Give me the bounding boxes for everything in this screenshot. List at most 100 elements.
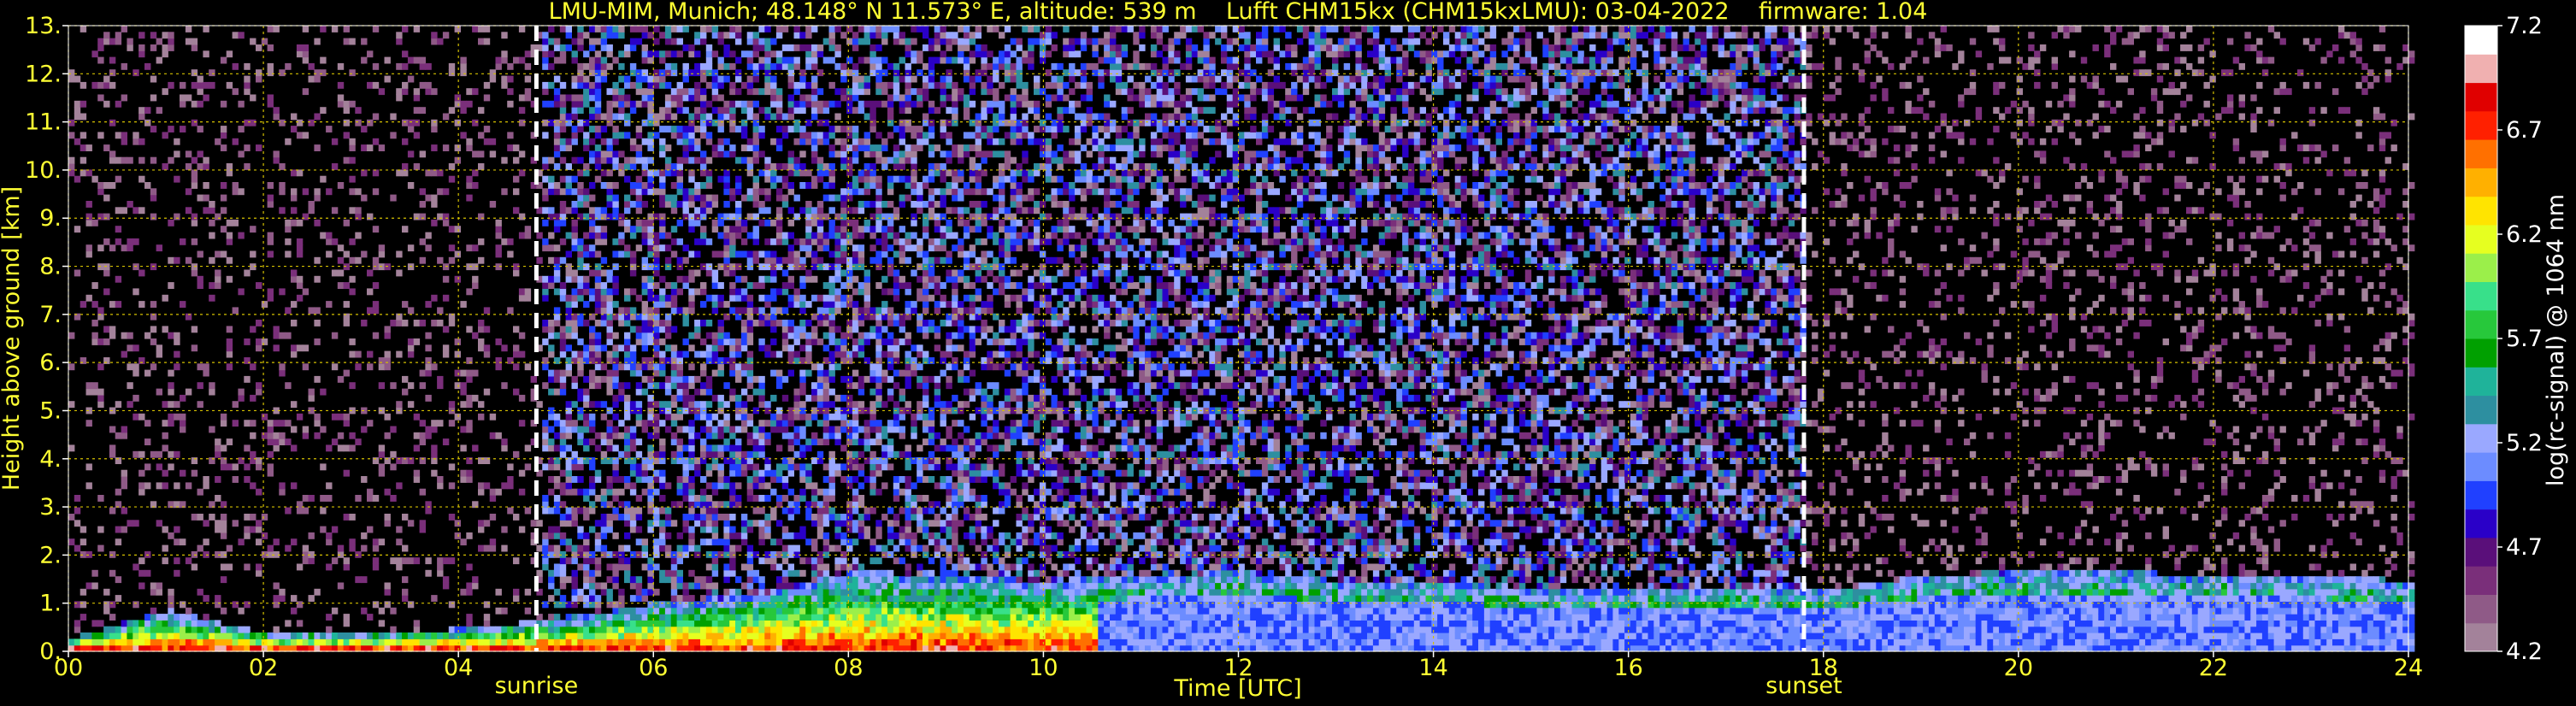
heat-cell xyxy=(653,632,660,639)
heat-cell xyxy=(472,169,479,177)
heat-cell xyxy=(600,413,608,421)
heat-cell xyxy=(799,132,806,139)
heat-cell xyxy=(846,507,853,515)
heat-cell xyxy=(431,219,438,227)
heat-cell xyxy=(629,582,637,590)
heat-cell xyxy=(659,544,666,552)
heat-cell xyxy=(717,626,724,633)
heat-cell xyxy=(834,338,841,345)
heat-cell xyxy=(238,100,245,108)
heat-cell xyxy=(822,244,830,252)
heat-cell xyxy=(185,150,192,158)
heat-cell xyxy=(197,620,203,627)
heat-cell xyxy=(524,363,532,371)
heat-cell xyxy=(746,88,754,96)
heat-cell xyxy=(746,588,754,596)
heat-cell xyxy=(764,595,771,602)
heat-cell xyxy=(629,632,637,639)
heat-cell xyxy=(518,332,526,339)
heat-cell xyxy=(594,250,602,258)
heat-cell xyxy=(583,614,590,621)
heat-cell xyxy=(635,201,643,208)
heat-cell xyxy=(664,263,672,271)
heat-cell xyxy=(302,132,309,139)
heat-cell xyxy=(425,244,432,252)
heat-cell xyxy=(168,626,174,633)
heat-cell xyxy=(740,426,748,433)
heat-cell xyxy=(729,238,736,245)
heat-cell xyxy=(846,182,853,189)
heat-cell xyxy=(402,544,409,552)
heat-cell xyxy=(565,250,572,258)
heat-cell xyxy=(600,626,608,633)
heat-cell xyxy=(150,301,157,308)
heat-cell xyxy=(852,526,859,533)
heat-cell xyxy=(746,263,754,271)
heat-cell xyxy=(361,607,368,615)
heat-cell xyxy=(407,263,415,271)
heat-cell xyxy=(676,601,683,609)
heat-cell xyxy=(700,207,707,215)
heat-cell xyxy=(337,269,345,277)
heat-cell xyxy=(641,638,648,646)
heat-cell xyxy=(682,188,689,196)
heat-cell xyxy=(682,544,689,552)
heat-cell xyxy=(858,638,865,646)
heat-cell xyxy=(688,156,695,164)
heat-cell xyxy=(594,94,602,102)
heat-cell xyxy=(454,144,461,151)
heat-cell xyxy=(805,438,812,445)
heat-cell xyxy=(226,232,233,239)
heat-cell xyxy=(700,288,707,296)
heat-cell xyxy=(664,81,672,89)
heat-cell xyxy=(326,188,333,196)
heat-cell xyxy=(279,119,286,126)
heat-cell xyxy=(624,544,631,552)
heat-cell xyxy=(822,388,830,396)
heat-cell xyxy=(664,482,672,490)
heat-cell xyxy=(670,344,678,352)
heat-cell xyxy=(267,632,274,639)
heat-cell xyxy=(688,288,695,296)
heat-cell xyxy=(676,438,683,445)
heat-cell xyxy=(682,514,689,521)
heat-cell xyxy=(144,632,151,639)
heat-cell xyxy=(197,544,203,552)
heat-cell xyxy=(589,601,596,609)
heat-cell xyxy=(700,450,707,458)
heat-cell xyxy=(553,476,561,483)
heat-cell xyxy=(735,638,742,646)
heat-cell xyxy=(694,401,701,409)
heat-cell xyxy=(565,188,572,196)
heat-cell xyxy=(858,244,865,252)
heat-cell xyxy=(735,544,742,552)
heat-cell xyxy=(273,150,280,158)
heat-cell xyxy=(413,88,421,96)
heat-cell xyxy=(805,238,812,245)
heat-cell xyxy=(618,88,625,96)
heat-cell xyxy=(852,150,859,158)
heat-cell xyxy=(852,420,859,427)
heat-cell xyxy=(197,126,203,132)
heat-cell xyxy=(185,388,192,396)
heat-cell xyxy=(840,576,847,584)
heat-cell xyxy=(822,375,830,383)
heat-cell xyxy=(331,269,339,277)
heat-cell xyxy=(384,263,391,271)
heat-cell xyxy=(723,232,730,239)
heat-cell xyxy=(606,350,613,358)
heat-cell xyxy=(349,638,356,646)
heat-cell xyxy=(413,132,421,139)
heat-cell xyxy=(250,514,256,521)
heat-cell xyxy=(542,156,549,164)
heat-cell xyxy=(553,432,561,439)
heat-cell xyxy=(811,582,818,590)
heat-cell xyxy=(775,614,783,621)
heat-cell xyxy=(641,463,648,471)
heat-cell xyxy=(752,388,759,396)
heat-cell xyxy=(542,244,549,252)
heat-cell xyxy=(723,444,730,452)
heat-cell xyxy=(402,163,409,170)
heat-cell xyxy=(670,375,678,383)
heat-cell xyxy=(559,569,567,577)
